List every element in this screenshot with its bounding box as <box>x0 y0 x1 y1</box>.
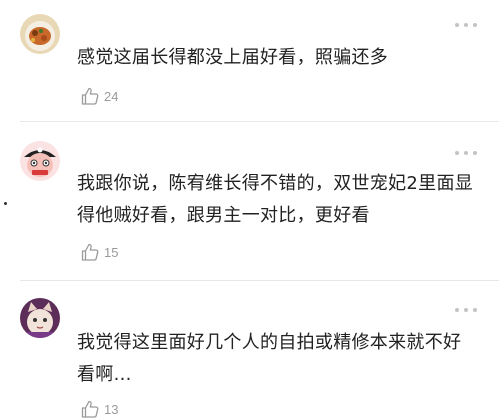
thumbs-up-icon <box>81 400 99 418</box>
thumbs-up-icon <box>81 243 99 261</box>
thumbs-up-icon <box>81 87 99 105</box>
divider <box>20 280 499 281</box>
like-button[interactable]: 15 <box>80 241 118 263</box>
more-dots-icon[interactable] <box>455 22 477 28</box>
like-count: 13 <box>104 401 119 417</box>
comment-feed: 感觉这届长得都没上届好看，照骗还多 24 我跟你说，陈宥维长得不错的，双世宠妃2… <box>0 0 499 419</box>
comment-text: 感觉这届长得都没上届好看，照骗还多 <box>77 47 389 68</box>
cat-face-avatar[interactable] <box>20 298 60 338</box>
like-button[interactable]: 13 <box>80 398 118 420</box>
divider <box>20 121 499 122</box>
more-dots-icon[interactable] <box>455 307 477 313</box>
like-button[interactable]: 24 <box>80 85 118 107</box>
more-dots-icon[interactable] <box>455 150 477 156</box>
like-count: 24 <box>104 88 119 104</box>
pirate-skull-avatar[interactable] <box>20 141 60 181</box>
like-count: 15 <box>104 244 119 260</box>
comment-text: 我跟你说，陈宥维长得不错的，双世宠妃2里面显得他贼好看，跟男主一对比，更好看 <box>77 173 474 226</box>
stray-dot <box>4 202 7 205</box>
comment-text: 我觉得这里面好几个人的自拍或精修本来就不好看啊... <box>77 332 462 385</box>
food-dish-avatar[interactable] <box>20 14 60 54</box>
